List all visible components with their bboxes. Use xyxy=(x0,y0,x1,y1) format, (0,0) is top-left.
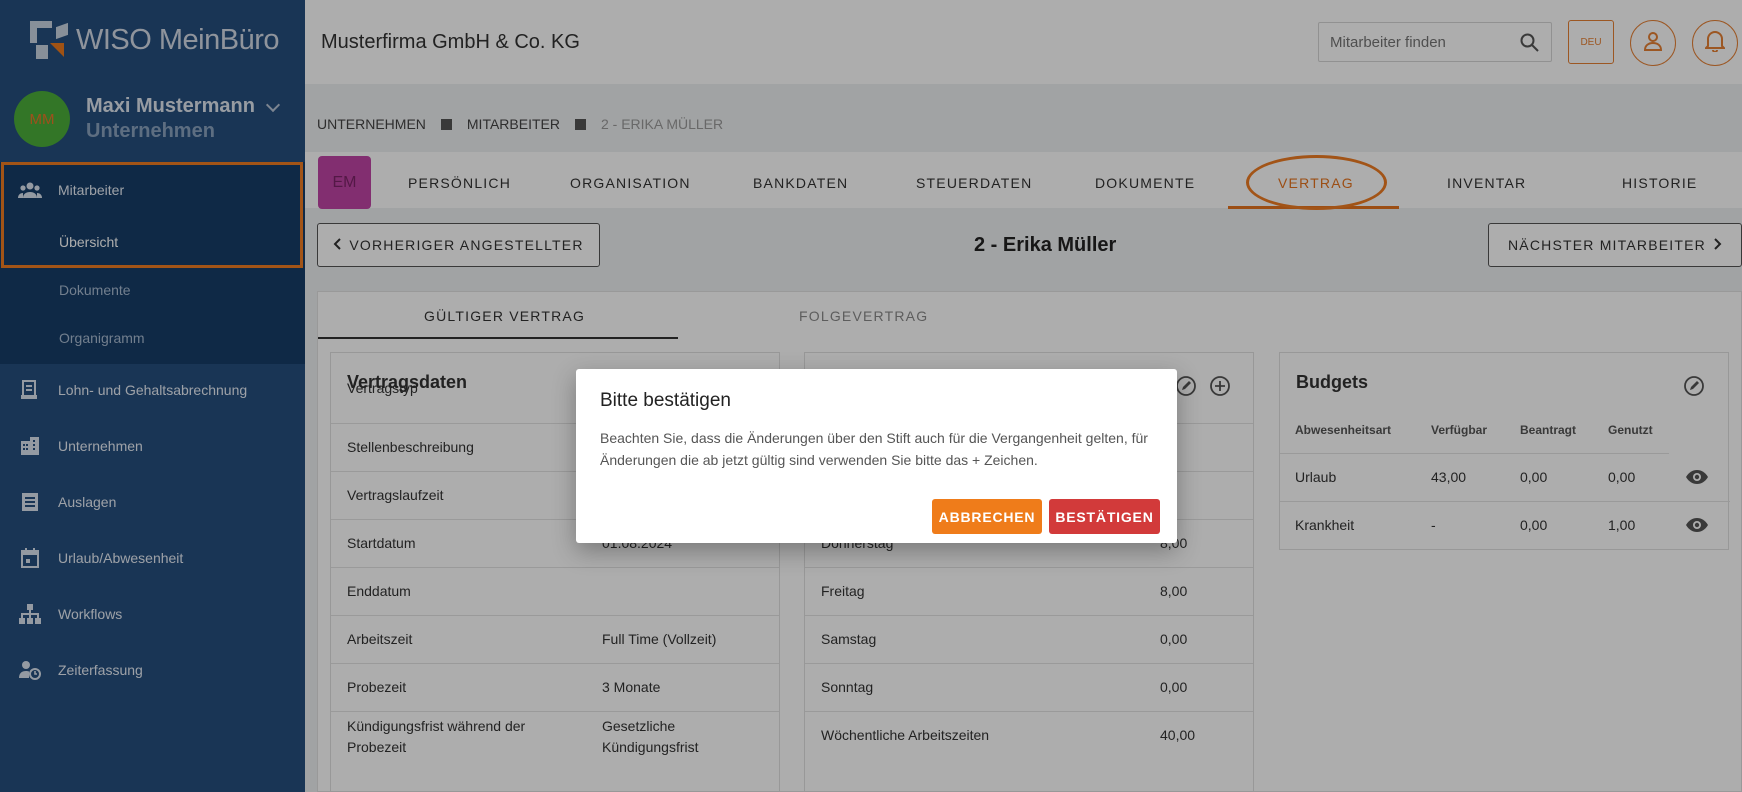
confirm-button[interactable]: BESTÄTIGEN xyxy=(1049,499,1160,534)
dialog-title: Bitte bestätigen xyxy=(600,390,731,411)
confirm-dialog: Bitte bestätigen Beachten Sie, dass die … xyxy=(576,369,1177,543)
dialog-message: Beachten Sie, dass die Änderungen über d… xyxy=(600,430,1148,468)
cancel-button[interactable]: ABBRECHEN xyxy=(932,499,1042,534)
